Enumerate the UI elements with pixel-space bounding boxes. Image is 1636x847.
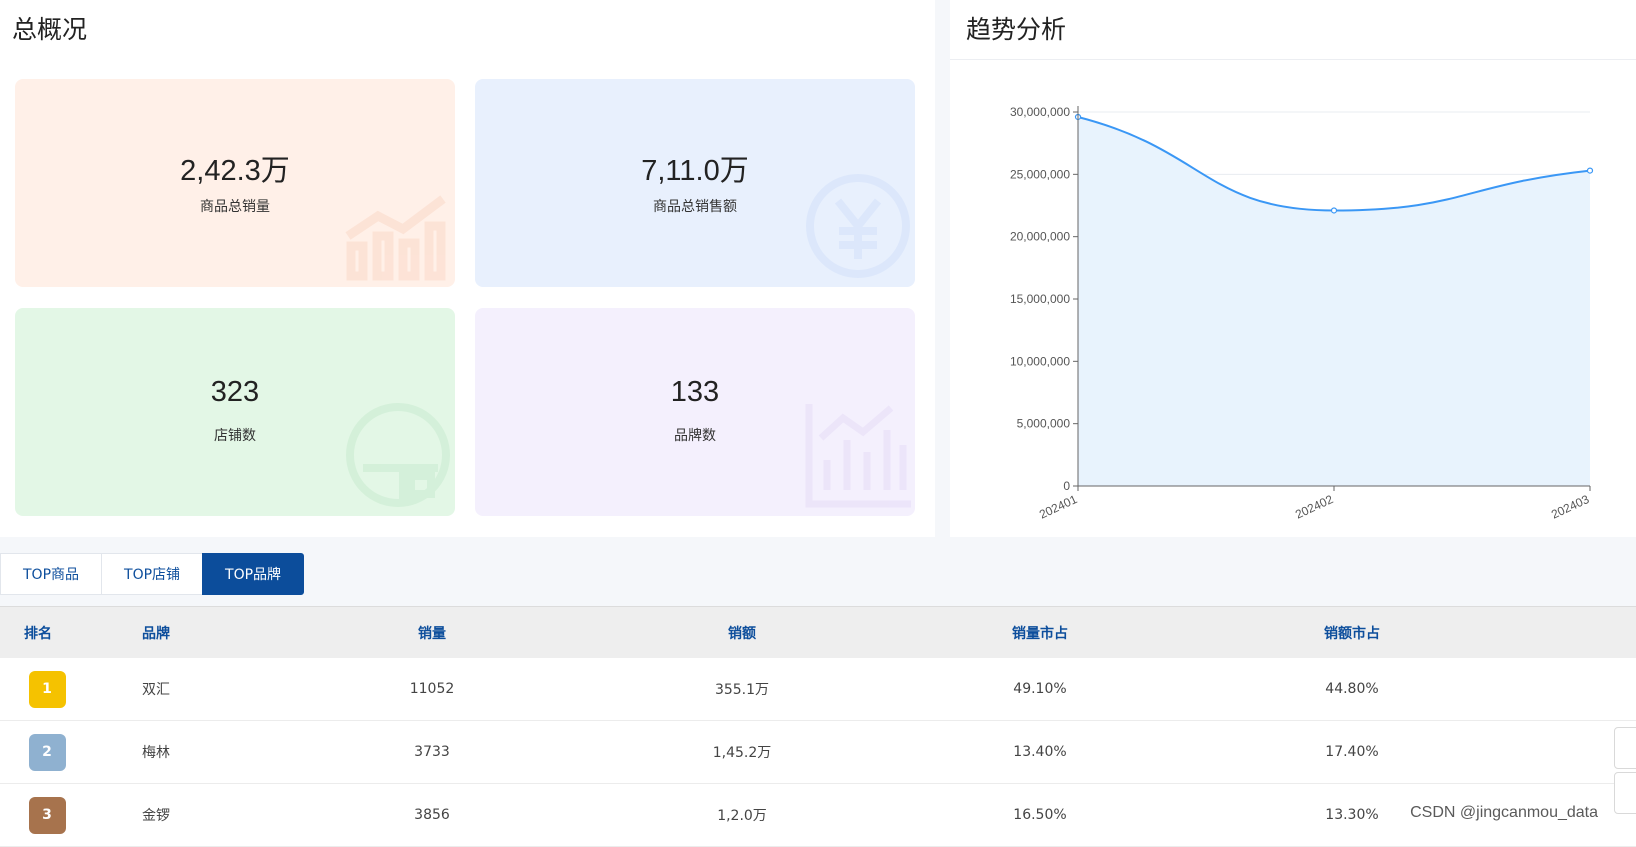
y-tick-label: 15,000,000 [1010,292,1070,306]
qty-cell: 11052 [236,681,628,697]
header-rank: 排名 [0,623,76,643]
qty-share-cell: 16.50% [856,807,1224,823]
table-row: 3金锣38561,2.0万16.50%13.30% [0,784,1636,847]
header-amount-share: 销额市占 [1224,623,1480,643]
qty-cell: 3733 [236,744,628,760]
card-total-sales-volume: 2,42.3万 商品总销量 [15,79,455,287]
brand-ranking-table: 排名 品牌 销量 销额 销量市占 销额市占 1 双汇11052355.1万49.1… [0,606,1636,847]
table-header: 排名 品牌 销量 销额 销量市占 销额市占 [0,606,1636,658]
qty-cell: 3856 [236,807,628,823]
y-tick-label: 5,000,000 [1017,417,1071,431]
y-tick-label: 0 [1063,479,1070,493]
card-label: 商品总销售额 [475,196,915,216]
rank-cell: 1 [0,671,76,708]
table-row: 2 梅林37331,45.2万13.40%17.40% [0,721,1636,784]
x-tick-label: 202401 [1037,492,1080,522]
header-amount: 销额 [628,623,856,643]
card-label: 店铺数 [15,425,455,445]
card-value: 7,11.0万 [475,147,915,189]
trend-chart: 0 5,000,000 10,000,000 15,000,000 20,000,000… [950,60,1636,537]
rank-cell: 3 [0,797,76,834]
data-point [1332,208,1337,213]
amount-share-cell: 44.80% [1224,681,1480,697]
card-store-count: 323 店铺数 [15,308,455,516]
card-value: 2,42.3万 [15,147,455,189]
card-label: 品牌数 [475,425,915,445]
overview-panel: 总概况 2,42.3万 商品总销量 [0,0,935,537]
rank-badge: 2 [29,734,66,771]
rank-badge: 3 [29,797,66,834]
data-point [1588,168,1593,173]
amount-cell: 355.1万 [628,679,856,699]
card-label: 商品总销量 [15,196,455,216]
area-fill [1078,117,1590,486]
amount-share-cell: 17.40% [1224,744,1480,760]
card-brand-count: 133 品牌数 [475,308,915,516]
qty-share-cell: 13.40% [856,744,1224,760]
brand-cell: 金锣 [76,805,236,825]
y-tick-label: 10,000,000 [1010,354,1070,368]
tab-top-stores[interactable]: TOP店铺 [101,553,202,595]
y-tick-label: 20,000,000 [1010,230,1070,244]
overview-title: 总概况 [12,10,87,46]
qty-share-cell: 49.10% [856,681,1224,697]
x-tick-label: 202403 [1549,492,1592,522]
watermark: CSDN @jingcanmou_data [1410,804,1598,822]
trend-title: 趋势分析 [966,10,1066,46]
card-value: 323 [15,376,455,409]
card-total-sales-amount: 7,11.0万 商品总销售额 [475,79,915,287]
amount-cell: 1,45.2万 [628,742,856,762]
table-row: 1 双汇11052355.1万49.10%44.80% [0,658,1636,721]
amount-cell: 1,2.0万 [628,805,856,825]
rank-cell: 2 [0,734,76,771]
tab-top-brands[interactable]: TOP品牌 [202,553,304,595]
trend-panel: 趋势分析 0 5,000,000 10,000,000 15,000,000 20,00… [950,0,1636,537]
overview-section: 总概况 2,42.3万 商品总销量 [0,0,1636,540]
tab-top-products[interactable]: TOP商品 [0,553,101,595]
header-qty: 销量 [236,623,628,643]
x-tick-label: 202402 [1293,492,1336,522]
top-tabs: TOP商品 TOP店铺 TOP品牌 [0,553,304,595]
y-tick-label: 30,000,000 [1010,105,1070,119]
card-value: 133 [475,376,915,409]
header-brand: 品牌 [76,623,236,643]
table-body: 1 双汇11052355.1万49.10%44.80% 2 梅林37331,45.2万… [0,658,1636,847]
side-tool-button[interactable] [1614,772,1636,814]
brand-cell: 双汇 [76,679,236,699]
side-tool-button[interactable] [1614,727,1636,769]
store-icon [343,400,453,510]
header-qty-share: 销量市占 [856,623,1224,643]
y-tick-label: 25,000,000 [1010,167,1070,181]
rank-badge: 1 [29,671,66,708]
bar-chart-icon [803,400,913,510]
brand-cell: 梅林 [76,742,236,762]
